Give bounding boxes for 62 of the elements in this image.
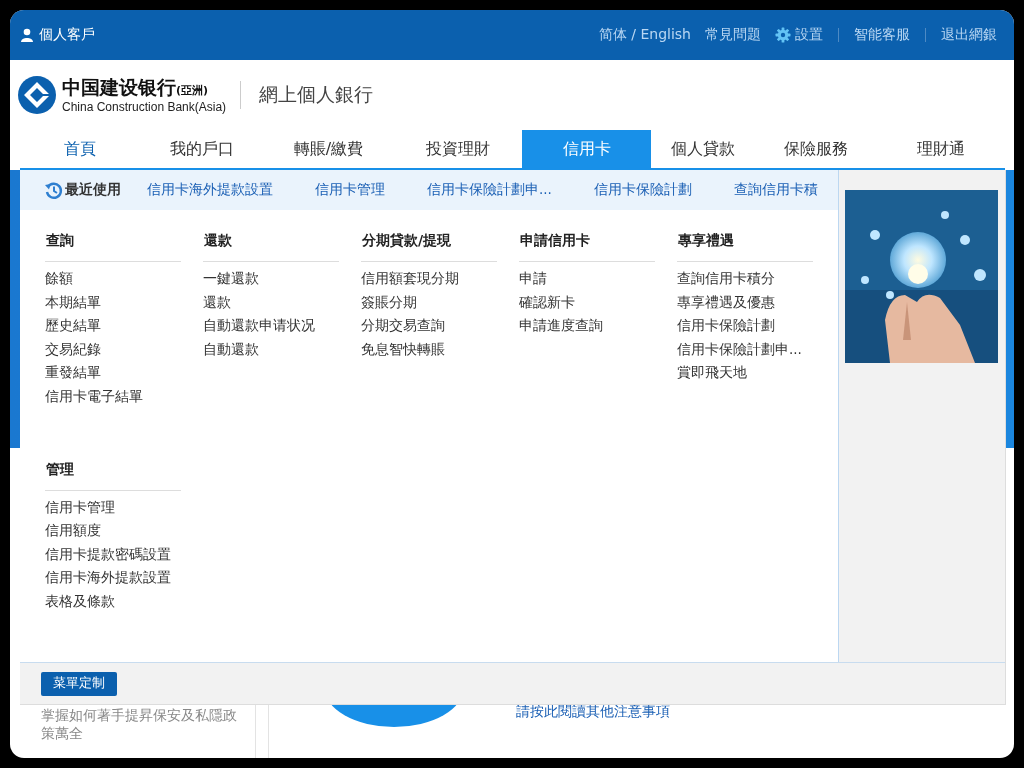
menu-link[interactable]: 信用卡提款密碼設置 xyxy=(45,542,181,567)
menu-link[interactable]: 專享禮遇及優惠 xyxy=(677,290,813,315)
menu-link[interactable]: 一鍵還款 xyxy=(203,267,339,291)
site-title: 網上個人銀行 xyxy=(259,82,374,107)
top-link[interactable]: 智能客服 xyxy=(847,26,917,44)
top-link[interactable]: 常見問題 xyxy=(698,26,768,44)
menu-link[interactable]: 免息智快轉賬 xyxy=(361,337,497,362)
menu-link[interactable]: 信用額度 xyxy=(45,519,181,543)
menu-link[interactable]: 確認新卡 xyxy=(519,290,655,315)
nav-tab[interactable]: 個人貸款 xyxy=(651,130,755,168)
user-label[interactable]: 個人客戶 xyxy=(39,26,95,44)
nav-tab[interactable]: 轉賬/繳費 xyxy=(264,130,393,168)
bank-name: 中国建设银行(亞洲) xyxy=(62,76,210,100)
top-link[interactable]: 退出網銀 xyxy=(934,26,1004,44)
recent-link[interactable]: 信用卡管理 xyxy=(315,181,385,199)
menu-link[interactable]: 歷史結單 xyxy=(45,314,181,338)
menu-link[interactable]: 還款 xyxy=(203,290,339,315)
menu-link[interactable]: 信用卡保險計劃申... xyxy=(677,337,813,362)
group-heading: 還款 xyxy=(203,230,339,262)
group-heading: 分期貸款/提現 xyxy=(361,230,497,262)
group-heading: 管理 xyxy=(45,458,181,491)
recent-label: 最近使用 xyxy=(65,181,121,199)
menu-link[interactable]: 自動還款申请状况 xyxy=(203,314,339,338)
recent-link[interactable]: 信用卡海外提款設置 xyxy=(147,181,273,199)
group-heading: 申請信用卡 xyxy=(519,230,655,262)
menu-link[interactable]: 餘額 xyxy=(45,267,181,291)
menu-link[interactable]: 本期結單 xyxy=(45,290,181,315)
nav-tab[interactable]: 理財通 xyxy=(876,130,1005,168)
menu-link[interactable]: 簽賬分期 xyxy=(361,290,497,315)
customize-menu-button[interactable]: 菜單定制 xyxy=(41,671,117,696)
nav-tab[interactable]: 保險服務 xyxy=(755,130,876,168)
notice-link[interactable]: 請按此閱讀其他注意事項 xyxy=(516,703,670,721)
menu-link[interactable]: 信用卡海外提款設置 xyxy=(45,566,181,590)
nav-tab[interactable]: 投資理財 xyxy=(393,130,522,168)
language-link[interactable]: 简体 / English xyxy=(591,26,698,44)
recent-link[interactable]: 信用卡保險計劃申... xyxy=(427,181,552,199)
settings-link[interactable]: 設置 xyxy=(768,26,830,44)
group-heading: 查詢 xyxy=(45,230,181,262)
history-icon xyxy=(44,180,63,200)
menu-link[interactable]: 分期交易查詢 xyxy=(361,314,497,338)
user-icon xyxy=(20,28,34,42)
menu-link[interactable]: 信用卡保險計劃 xyxy=(677,314,813,338)
recent-link[interactable]: 查詢信用卡積 xyxy=(733,181,818,199)
bank-logo-icon xyxy=(18,76,56,114)
nav-tab[interactable]: 首頁 xyxy=(20,130,139,168)
menu-link[interactable]: 重發結單 xyxy=(45,361,181,385)
menu-link[interactable]: 信用額套現分期 xyxy=(361,267,497,291)
menu-link[interactable]: 自動還款 xyxy=(203,337,339,362)
recent-link[interactable]: 信用卡保險計劃 xyxy=(593,181,692,199)
nav-tab[interactable]: 我的戶口 xyxy=(139,130,264,168)
menu-link[interactable]: 交易紀錄 xyxy=(45,337,181,362)
menu-link[interactable]: 申請進度查詢 xyxy=(519,314,655,338)
settings-icon xyxy=(775,27,791,43)
menu-link[interactable]: 信用卡電子結單 xyxy=(45,384,181,409)
menu-link[interactable]: 賞即飛天地 xyxy=(677,361,813,385)
menu-link[interactable]: 申請 xyxy=(519,267,655,291)
group-heading: 專享禮遇 xyxy=(677,230,813,262)
notice-text: 掌握如何著手提昇保安及私隱政策萬全 xyxy=(41,706,238,742)
bank-name-english: China Construction Bank(Asia) xyxy=(62,100,227,114)
menu-link[interactable]: 表格及條款 xyxy=(45,589,181,614)
menu-link[interactable]: 信用卡管理 xyxy=(45,495,181,520)
menu-link[interactable]: 查詢信用卡積分 xyxy=(677,267,813,291)
